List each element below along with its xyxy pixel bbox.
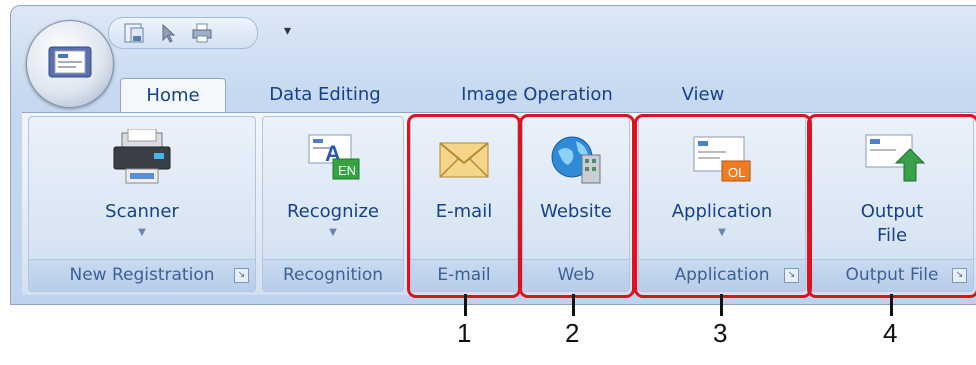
- en-badge-text: EN: [338, 163, 356, 178]
- tab-data-editing[interactable]: Data Editing: [250, 78, 400, 112]
- quick-access-toolbar: [108, 17, 258, 49]
- callout-number-4: 4: [883, 318, 898, 348]
- callout-box-4: [807, 114, 976, 298]
- callout-box-1: [407, 114, 521, 298]
- tab-view[interactable]: View: [668, 78, 738, 112]
- leader-line-4: [890, 294, 893, 316]
- scanner-button[interactable]: Scanner: [29, 199, 255, 225]
- recognize-button[interactable]: Recognize: [263, 199, 403, 225]
- callout-box-3: [634, 114, 812, 298]
- save-icon[interactable]: [123, 22, 145, 44]
- recognize-dropdown-icon[interactable]: ▼: [263, 227, 403, 238]
- group-new-registration: Scanner ▼ New Registration ↘: [28, 116, 256, 292]
- callout-box-2: [519, 114, 635, 298]
- callout-number-1: 1: [457, 318, 472, 348]
- leader-line-1: [464, 294, 467, 316]
- print-icon[interactable]: [191, 22, 213, 44]
- customize-qat-chevron-icon[interactable]: ▾: [284, 23, 291, 39]
- application-menu-button[interactable]: [26, 20, 114, 108]
- callout-number-2: 2: [565, 318, 580, 348]
- leader-line-3: [720, 294, 723, 316]
- group-caption: Recognition: [263, 259, 403, 291]
- recognize-icon: A EN: [308, 134, 360, 180]
- group-recognition: A EN Recognize ▼ Recognition: [262, 116, 404, 292]
- callout-number-3: 3: [713, 318, 728, 348]
- pointer-icon[interactable]: [157, 22, 179, 44]
- scanner-icon: [113, 129, 171, 184]
- tab-image-operation[interactable]: Image Operation: [432, 78, 642, 112]
- tab-home[interactable]: Home: [120, 78, 226, 113]
- card-scanner-app-icon: [48, 46, 92, 78]
- dialog-launcher-icon[interactable]: ↘: [234, 268, 249, 283]
- group-caption: New Registration: [29, 259, 255, 291]
- leader-line-2: [572, 294, 575, 316]
- scanner-dropdown-icon[interactable]: ▼: [29, 227, 255, 238]
